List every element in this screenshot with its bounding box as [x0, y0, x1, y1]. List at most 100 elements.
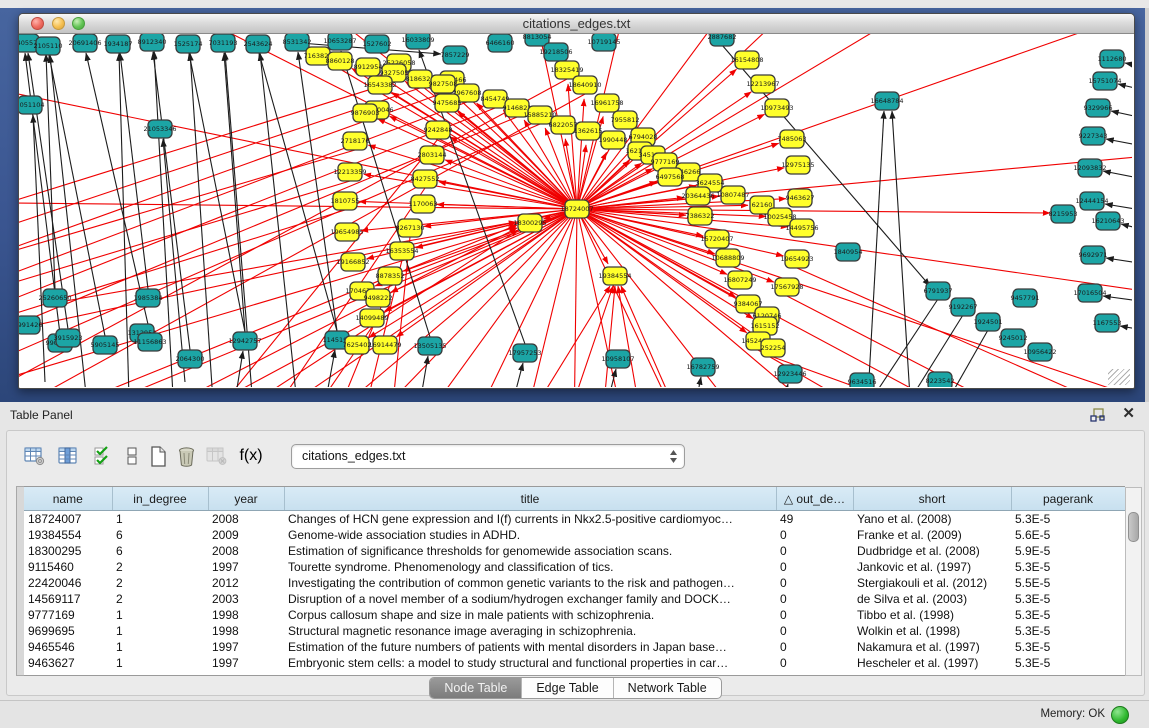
graph-node[interactable]: 14099489 — [355, 309, 388, 327]
graph-node[interactable]: 3915923 — [54, 329, 83, 347]
graph-edge[interactable] — [30, 225, 517, 387]
graph-node[interactable]: 12213967 — [746, 75, 779, 93]
graph-edge[interactable] — [120, 53, 148, 289]
graph-node[interactable]: 12093832 — [1073, 159, 1106, 177]
graph-node[interactable]: 16210643 — [1091, 212, 1124, 230]
network-window[interactable]: citations_edges.txt 24055722105110206914… — [18, 13, 1135, 389]
graph-node[interactable]: 7485063 — [778, 130, 807, 148]
graph-node[interactable]: 1840954 — [834, 243, 863, 261]
graph-node[interactable]: 15720407 — [700, 230, 733, 248]
graph-node[interactable]: 1991426 — [19, 316, 42, 334]
new-table-icon[interactable] — [145, 443, 171, 469]
graph-node[interactable]: 8223542 — [926, 372, 955, 387]
graph-node[interactable]: 2105110 — [34, 37, 63, 55]
table-row[interactable]: 977716911998Corpus callosum shape and si… — [24, 607, 1125, 623]
graph-node[interactable]: 17567928 — [770, 278, 803, 296]
graph-edge[interactable] — [100, 228, 517, 387]
table-row[interactable]: 946362711997Embryonic stem cells: a mode… — [24, 655, 1125, 671]
graph-edge[interactable] — [618, 286, 645, 387]
graph-node[interactable]: 12444154 — [1075, 192, 1108, 210]
table-row[interactable]: 1456911722003Disruption of a novel membe… — [24, 591, 1125, 607]
graph-node[interactable]: 11156863 — [133, 333, 166, 351]
graph-edge[interactable] — [1118, 84, 1132, 100]
table-row[interactable]: 2242004622012Investigating the contribut… — [24, 575, 1125, 591]
graph-node[interactable]: 8427552 — [411, 170, 440, 188]
table-row[interactable]: 946554611997Estimation of the future num… — [24, 639, 1125, 655]
tab-node-table[interactable]: Node Table — [430, 678, 522, 698]
citation-graph[interactable]: 2405572210511020691406193418789123401525… — [19, 34, 1132, 387]
graph-node[interactable]: 8860128 — [326, 52, 355, 70]
graph-node[interactable]: 7386322 — [686, 207, 715, 225]
graph-node[interactable]: 16914479 — [368, 336, 401, 354]
table-row[interactable]: 1938455462009Genome-wide association stu… — [24, 527, 1125, 543]
graph-edge[interactable] — [1125, 63, 1132, 74]
graph-node[interactable]: 19654923 — [780, 250, 813, 268]
table-row[interactable]: 1872400712008Changes of HCN gene express… — [24, 511, 1125, 528]
graph-node[interactable]: 16353554 — [385, 242, 418, 260]
graph-node[interactable]: 18640910 — [568, 76, 601, 94]
graph-node[interactable]: 1525174 — [174, 35, 203, 53]
graph-node[interactable]: 19654985 — [330, 223, 363, 241]
graph-edge[interactable] — [505, 363, 523, 387]
graph-node[interactable]: 9329966 — [1084, 99, 1113, 117]
graph-node[interactable]: 13505135 — [413, 337, 446, 355]
graph-node[interactable]: 9498222 — [364, 289, 393, 307]
graph-node[interactable]: 10956422 — [1023, 343, 1056, 361]
graph-node[interactable]: 17957253 — [508, 344, 541, 362]
graph-node[interactable]: 18300295 — [513, 214, 546, 232]
graph-node[interactable]: 12213359 — [333, 163, 366, 181]
resize-grip-icon[interactable] — [1108, 369, 1130, 385]
graph-node[interactable]: 8267130 — [396, 219, 425, 237]
graph-node[interactable]: 12975135 — [781, 156, 814, 174]
graph-node[interactable]: 25260650 — [38, 289, 71, 307]
graph-node[interactable]: 1924501 — [974, 313, 1003, 331]
graph-node[interactable]: 17016504 — [1073, 284, 1106, 302]
graph-node[interactable]: 9475685 — [433, 94, 462, 112]
column-header-title[interactable]: title — [284, 487, 776, 511]
graph-node[interactable]: 9242848 — [424, 121, 453, 139]
graph-node[interactable]: 10688809 — [711, 249, 744, 267]
graph-edge[interactable] — [690, 377, 701, 387]
close-panel-icon[interactable]: ✕ — [1122, 405, 1135, 423]
graph-node[interactable]: 15751074 — [1088, 72, 1121, 90]
graph-node[interactable]: 8912340 — [138, 34, 167, 51]
graph-edge[interactable] — [1111, 111, 1132, 127]
graph-edge[interactable] — [868, 111, 884, 387]
graph-edge[interactable] — [1103, 171, 1132, 187]
graph-edge[interactable] — [320, 350, 335, 387]
column-header-pagerank[interactable]: pagerank — [1011, 487, 1125, 511]
graph-node[interactable]: 14495756 — [785, 219, 818, 237]
graph-node[interactable]: 1167553 — [1093, 314, 1122, 332]
row-height-icon[interactable] — [119, 443, 145, 469]
graph-node[interactable]: 10807487 — [716, 186, 749, 204]
tab-edge-table[interactable]: Edge Table — [522, 678, 613, 698]
graph-node[interactable]: 2064300 — [176, 350, 205, 368]
graph-node[interactable]: 1527602 — [363, 35, 392, 53]
graph-edge[interactable] — [577, 209, 1050, 213]
graph-node[interactable]: 12942757 — [228, 332, 261, 350]
graph-node[interactable]: 6497568 — [656, 168, 685, 186]
graph-edge[interactable] — [1103, 296, 1132, 307]
graph-edge[interactable] — [1121, 224, 1132, 240]
graph-node[interactable]: 1990448 — [599, 131, 628, 149]
graph-node[interactable]: 9876903 — [351, 104, 380, 122]
network-canvas[interactable]: 2405572210511020691406193418789123401525… — [19, 34, 1132, 387]
table-row[interactable]: 1830029562008Estimation of significance … — [24, 543, 1125, 559]
table-row[interactable]: 911546021997Tourette syndrome. Phenomeno… — [24, 559, 1125, 575]
delete-column-trash-icon[interactable] — [173, 443, 199, 469]
graph-node[interactable]: 20691406 — [68, 34, 101, 52]
column-header-year[interactable]: year — [208, 487, 284, 511]
select-rows-icon[interactable] — [89, 443, 115, 469]
graph-node[interactable]: 7031193 — [209, 34, 238, 52]
graph-node[interactable]: 9192267 — [949, 298, 978, 316]
graph-node[interactable]: 9692971 — [1079, 246, 1108, 264]
graph-node[interactable]: 9634516 — [848, 373, 877, 387]
graph-node[interactable]: 5905145 — [91, 336, 120, 354]
graph-node[interactable]: 2803144 — [418, 146, 447, 164]
column-header-in_degree[interactable]: in_degree — [112, 487, 208, 511]
graph-node[interactable]: 16543382 — [363, 76, 396, 94]
float-window-icon[interactable] — [1090, 408, 1105, 422]
function-builder-icon[interactable]: f(x) — [235, 443, 267, 469]
graph-node[interactable]: 8215953 — [1049, 205, 1078, 223]
graph-node[interactable]: 2718176 — [341, 132, 370, 150]
